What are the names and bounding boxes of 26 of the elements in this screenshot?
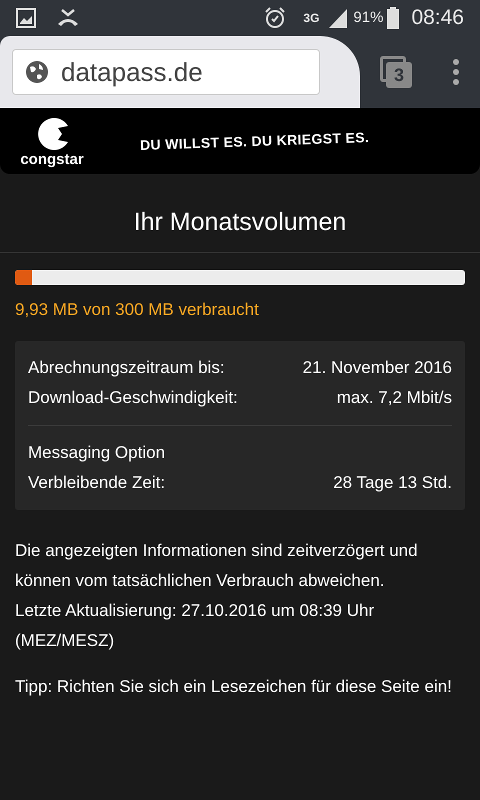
detail-label: Abrechnungszeitraum bis: (28, 357, 225, 379)
page-title: Ihr Monatsvolumen (132, 207, 348, 238)
address-field[interactable]: datapass.de (12, 49, 320, 95)
detail-label: Download-Geschwindigkeit: (28, 387, 238, 409)
menu-icon[interactable] (452, 58, 460, 86)
url-text: datapass.de (61, 56, 203, 88)
tip-text: Tipp: Richten Sie sich ein Lesezeichen für diese Seite ein! (15, 676, 453, 698)
battery-percent: 91% (353, 8, 384, 28)
detail-value: max. 7,2 Mbit/s (336, 387, 452, 409)
info-text: Die angezeigten Informationen sind zeitverzögert und können vom tatsächlichen Verbrauch abweichen. (15, 540, 419, 592)
detail-label: Verbleibende Zeit: (28, 472, 166, 494)
slogan: DU WILLST ES. DU KRIEGST ES. (140, 128, 370, 154)
usage-text: 9,93 MB von 300 MB verbraucht (15, 298, 260, 320)
alarm-icon (263, 6, 288, 30)
info-text: Letzte Aktualisierung: 27.10.2016 um 08:39 Uhr (MEZ/MESZ) (15, 600, 376, 652)
detail-value: 21. November 2016 (302, 357, 452, 379)
globe-icon (25, 60, 49, 84)
missed-call-icon (56, 8, 80, 28)
option-title: Messaging Option (28, 442, 166, 464)
signal-icon (327, 7, 350, 29)
network-type: 3G (303, 12, 320, 24)
logo-text: congstar (20, 152, 84, 166)
detail-value: 28 Tage 13 Std. (333, 472, 452, 494)
image-icon (16, 8, 36, 28)
clock: 08:46 (411, 5, 464, 32)
battery-icon (387, 7, 400, 29)
